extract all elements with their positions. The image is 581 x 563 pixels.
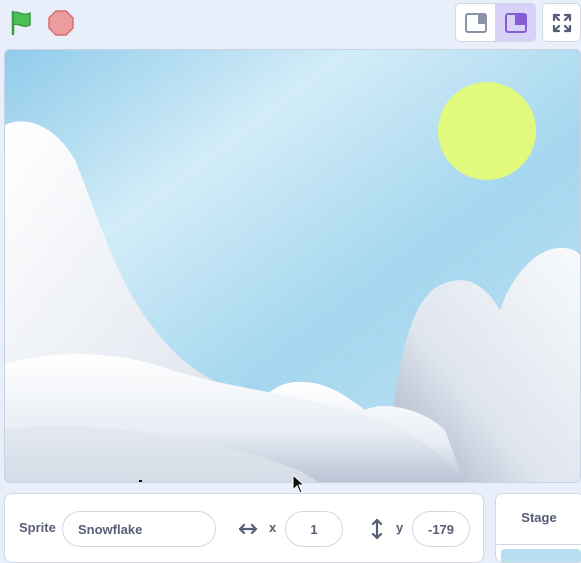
sprite-name-input[interactable] xyxy=(62,511,216,547)
winter-backdrop xyxy=(5,50,580,482)
large-stage-layout-icon xyxy=(504,12,527,33)
stop-button[interactable] xyxy=(48,10,74,36)
fullscreen-button[interactable] xyxy=(542,3,581,42)
sprite-info-panel: Sprite x y xyxy=(4,493,484,563)
stop-sign-icon xyxy=(48,10,74,36)
x-label: x xyxy=(269,520,277,535)
sun-graphic xyxy=(438,82,536,180)
sprite-label: Sprite xyxy=(19,520,56,535)
y-position-input[interactable] xyxy=(412,511,470,547)
vertical-arrows-icon xyxy=(371,518,383,540)
green-flag-icon xyxy=(11,10,31,36)
small-stage-layout-icon xyxy=(464,12,487,33)
fullscreen-icon xyxy=(552,13,571,32)
x-position-input[interactable] xyxy=(285,511,343,547)
stage-selector-panel[interactable]: Stage xyxy=(495,493,581,563)
large-stage-button[interactable] xyxy=(495,4,535,41)
divider xyxy=(496,544,581,545)
green-flag-button[interactable] xyxy=(8,10,38,36)
mouse-cursor-icon xyxy=(292,474,306,494)
stage-size-toggle xyxy=(455,3,536,42)
stage-thumbnail[interactable] xyxy=(501,549,581,562)
stage-panel-title: Stage xyxy=(521,510,557,525)
stage-canvas[interactable] xyxy=(4,49,581,483)
y-label: y xyxy=(396,520,404,535)
horizontal-arrows-icon xyxy=(238,523,258,535)
small-stage-button[interactable] xyxy=(456,4,495,41)
